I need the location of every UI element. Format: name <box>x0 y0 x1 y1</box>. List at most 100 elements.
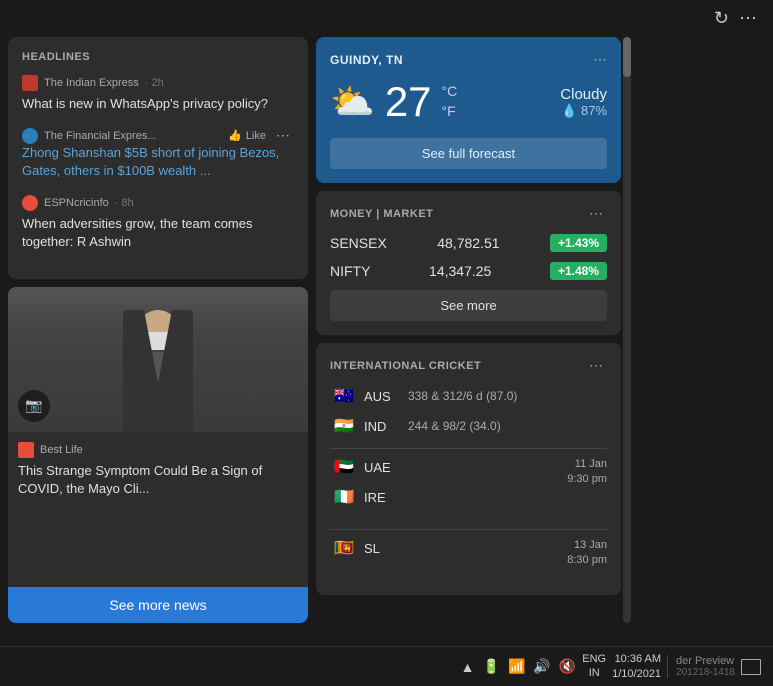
weather-location: GUINDY, TN <box>330 53 403 67</box>
news-headline-1: What is new in WhatsApp's privacy policy… <box>22 95 294 113</box>
more-options-icon[interactable]: ⋯ <box>739 8 757 29</box>
score-aus: 338 & 312/6 d (87.0) <box>408 389 607 403</box>
image-source-row: Best Life <box>18 442 298 458</box>
market-row-nifty: NIFTY 14,347.25 +1.48% <box>330 262 607 280</box>
list-item: The Indian Express · 2h What is new in W… <box>22 75 294 113</box>
match-group-2: 🇦🇪 UAE 🇮🇪 IRE 11 Jan 9:30 pm <box>330 457 607 517</box>
scrollbar[interactable] <box>623 37 631 623</box>
image-card-title: This Strange Symptom Could Be a Sign of … <box>18 462 298 498</box>
image-card: 📷 Best Life This Strange Symptom Could B… <box>8 287 308 623</box>
source-icon-bl <box>18 442 34 458</box>
humidity-drop-icon: 💧 <box>561 103 577 118</box>
weather-condition: Cloudy <box>560 86 607 103</box>
see-full-forecast-button[interactable]: See full forecast <box>330 138 607 169</box>
taskbar-battery-icon: 🔋 <box>483 658 500 675</box>
flag-uae: 🇦🇪 <box>330 457 358 477</box>
money-more-icon[interactable]: ⋯ <box>585 205 607 222</box>
money-title: MONEY | MARKET <box>330 208 433 220</box>
headlines-title: HEADLINES <box>22 51 294 63</box>
taskbar: ▲ 🔋 📶 🔊 🔇 ENG IN 10:36 AM 1/10/2021 der … <box>0 646 773 686</box>
weather-main: ⛅ 27 °C °F Cloudy 💧 87% <box>330 78 607 126</box>
thumb-up-icon: 👍 <box>228 129 242 142</box>
match-group-1: 🇦🇺 AUS 338 & 312/6 d (87.0) 🇮🇳 IND 244 &… <box>330 386 607 436</box>
main-content: HEADLINES The Indian Express · 2h What i… <box>0 37 773 623</box>
news-item-2-header: The Financial Expres... 👍 Like ⋯ <box>22 127 294 144</box>
refresh-icon[interactable]: ↻ <box>714 8 729 29</box>
flag-aus: 🇦🇺 <box>330 386 358 406</box>
weather-right: Cloudy 💧 87% <box>560 86 607 119</box>
match-row-ind: 🇮🇳 IND 244 & 98/2 (34.0) <box>330 416 607 436</box>
like-button[interactable]: 👍 Like <box>228 129 266 142</box>
like-label: Like <box>246 130 266 142</box>
sensex-change: +1.43% <box>550 234 607 252</box>
cricket-card: INTERNATIONAL CRICKET ⋯ 🇦🇺 AUS 338 & 312… <box>316 343 621 595</box>
source-name-2: The Financial Expres... <box>44 130 157 142</box>
image-card-content: Best Life This Strange Symptom Could Be … <box>8 432 308 508</box>
left-column: HEADLINES The Indian Express · 2h What i… <box>8 37 308 623</box>
clock-time: 10:36 AM <box>612 652 661 666</box>
source-row-3: ESPNcricinfo · 8h <box>22 195 294 211</box>
news-headline-3: When adversities grow, the team comes to… <box>22 215 294 251</box>
image-source-name: Best Life <box>40 444 83 456</box>
score-ind: 244 & 98/2 (34.0) <box>408 419 607 433</box>
match-row-ire: 🇮🇪 IRE <box>330 487 402 507</box>
team-sl: SL <box>364 541 402 556</box>
news-headline-2[interactable]: Zhong Shanshan $5B short of joining Bezo… <box>22 144 294 180</box>
match-separator-1 <box>330 448 607 449</box>
cloud-icon: ⛅ <box>330 81 375 123</box>
sensex-name: SENSEX <box>330 235 387 251</box>
taskbar-speaker-icon: 🔇 <box>559 658 576 675</box>
market-row-sensex: SENSEX 48,782.51 +1.43% <box>330 234 607 252</box>
match-separator-2 <box>330 529 607 530</box>
source-time-3: · 8h <box>115 197 134 209</box>
cricket-more-icon[interactable]: ⋯ <box>585 357 607 374</box>
match-row-uae: 🇦🇪 UAE <box>330 457 402 477</box>
flag-ind: 🇮🇳 <box>330 416 358 436</box>
show-desktop-button[interactable] <box>741 659 761 675</box>
money-see-more-button[interactable]: See more <box>330 290 607 321</box>
list-item: The Financial Expres... 👍 Like ⋯ Zhong S… <box>22 127 294 180</box>
taskbar-arrow-icon[interactable]: ▲ <box>461 659 475 675</box>
taskbar-preview: der Preview 201218-1418 <box>667 655 735 678</box>
source-name-3: ESPNcricinfo <box>44 197 109 209</box>
taskbar-network-icon: 📶 <box>508 658 525 675</box>
article-image: 📷 <box>8 287 308 432</box>
weather-more-icon[interactable]: ⋯ <box>593 51 607 68</box>
nifty-value: 14,347.25 <box>429 263 491 279</box>
weather-left: ⛅ 27 °C °F <box>330 78 457 126</box>
money-header: MONEY | MARKET ⋯ <box>330 205 607 222</box>
match-date-2: 13 Jan 8:30 pm <box>567 538 607 569</box>
weather-temperature: 27 <box>385 78 432 126</box>
team-ire: IRE <box>364 490 402 505</box>
source-icon-espn <box>22 195 38 211</box>
cricket-title: INTERNATIONAL CRICKET <box>330 360 481 372</box>
source-icon-fin <box>22 128 38 144</box>
top-bar: ↻ ⋯ <box>0 0 773 37</box>
match-row-aus: 🇦🇺 AUS 338 & 312/6 d (87.0) <box>330 386 607 406</box>
taskbar-clock[interactable]: 10:36 AM 1/10/2021 <box>612 652 661 681</box>
source-name-1: The Indian Express <box>44 77 139 89</box>
taskbar-system-icons: ▲ 🔋 📶 🔊 🔇 <box>461 658 577 675</box>
see-more-news-button[interactable]: See more news <box>8 587 308 623</box>
weather-humidity: 💧 87% <box>560 103 607 119</box>
team-uae: UAE <box>364 460 402 475</box>
sensex-value: 48,782.51 <box>437 235 499 251</box>
camera-icon: 📷 <box>18 390 50 422</box>
taskbar-language[interactable]: ENG IN <box>582 653 606 679</box>
source-row-2: The Financial Expres... <box>22 128 157 144</box>
humidity-value: 87% <box>581 103 607 118</box>
nifty-change: +1.48% <box>550 262 607 280</box>
flag-sl: 🇱🇰 <box>330 538 358 558</box>
team-aus: AUS <box>364 389 402 404</box>
money-card: MONEY | MARKET ⋯ SENSEX 48,782.51 +1.43%… <box>316 191 621 335</box>
scrollbar-thumb[interactable] <box>623 37 631 77</box>
weather-card: GUINDY, TN ⋯ ⛅ 27 °C °F Cloudy 💧 87% <box>316 37 621 183</box>
right-column: GUINDY, TN ⋯ ⛅ 27 °C °F Cloudy 💧 87% <box>316 37 621 623</box>
item-more-icon[interactable]: ⋯ <box>272 127 294 144</box>
clock-date: 1/10/2021 <box>612 667 661 681</box>
flag-ire: 🇮🇪 <box>330 487 358 507</box>
headlines-card: HEADLINES The Indian Express · 2h What i… <box>8 37 308 279</box>
match-row-sl: 🇱🇰 SL <box>330 538 402 558</box>
weather-header: GUINDY, TN ⋯ <box>330 51 607 68</box>
source-row: The Indian Express · 2h <box>22 75 294 91</box>
